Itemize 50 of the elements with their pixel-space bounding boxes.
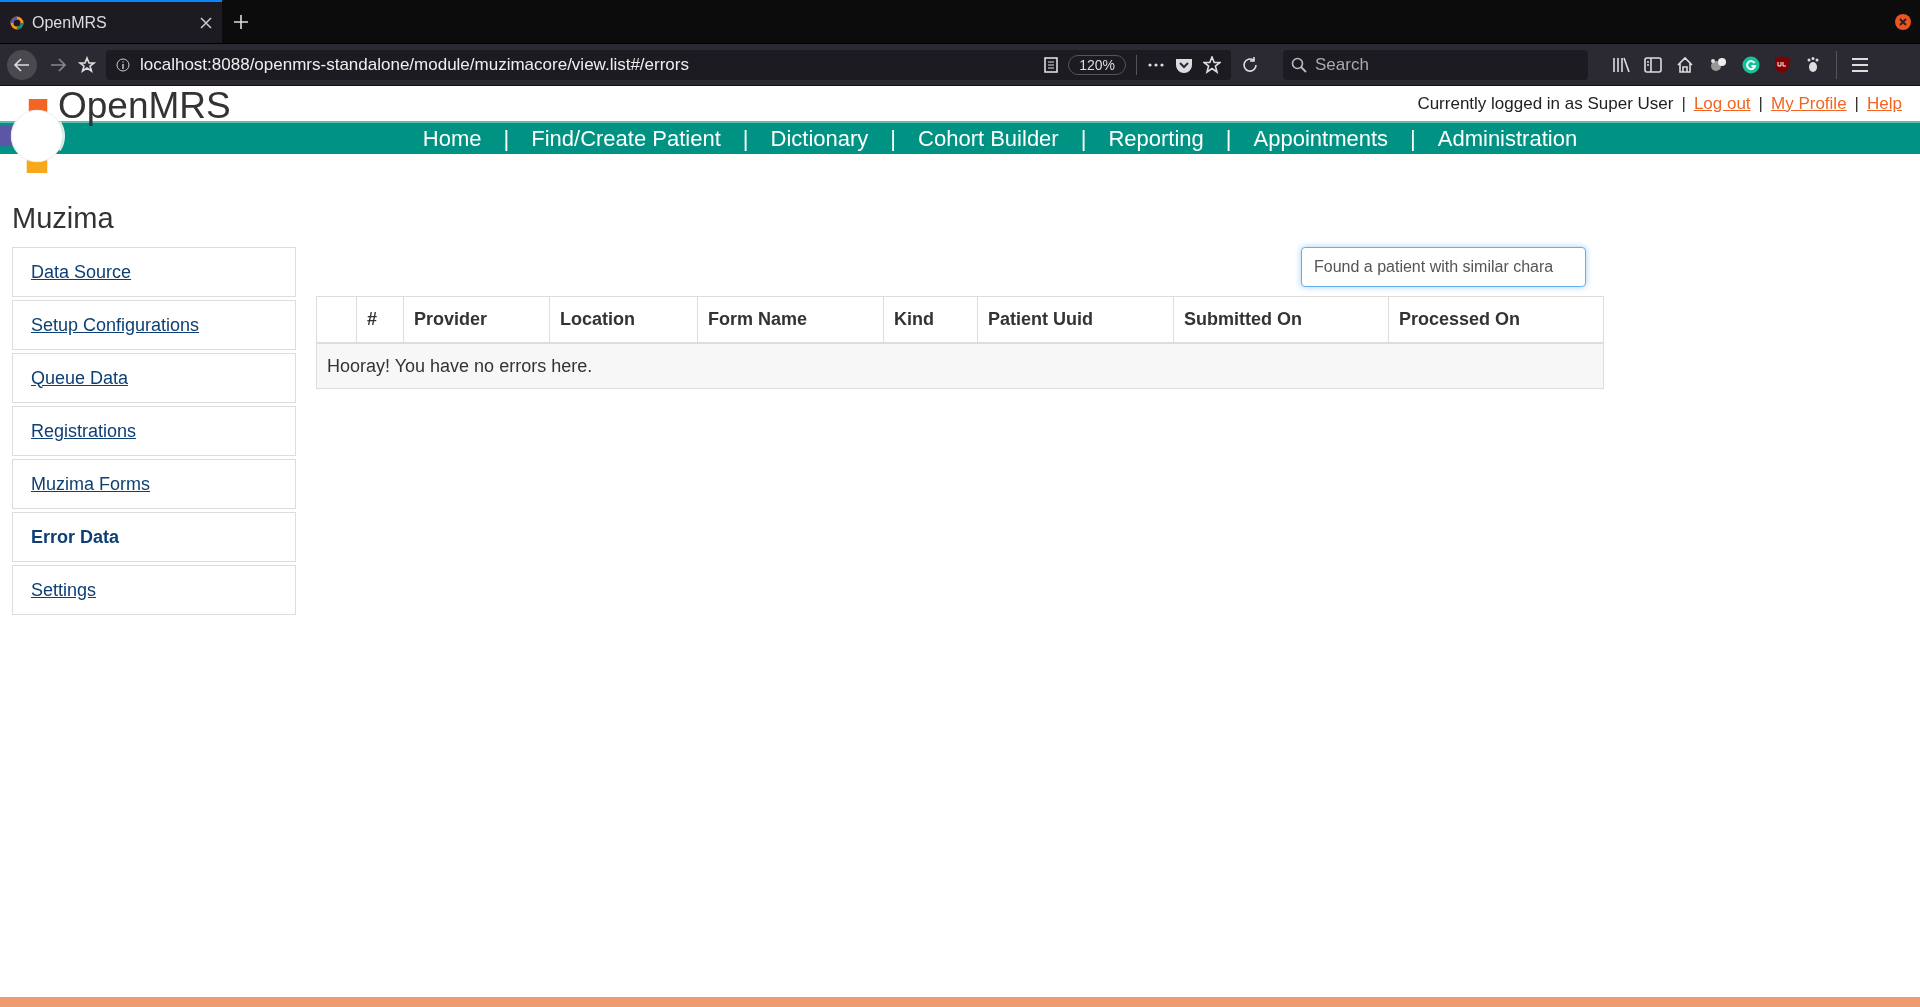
search-field[interactable]: Search: [1283, 49, 1588, 80]
sidebar-icon[interactable]: [1644, 56, 1662, 73]
logo-icon: [10, 15, 24, 30]
sidebar-item[interactable]: Settings: [12, 565, 296, 615]
separator-text: |: [1854, 93, 1860, 114]
sidebar-item[interactable]: Setup Configurations: [12, 300, 296, 350]
nav-link[interactable]: Appointments: [1253, 125, 1389, 152]
spheres-icon[interactable]: [1708, 55, 1728, 74]
sidebar-item[interactable]: Queue Data: [12, 353, 296, 403]
browser-tab[interactable]: OpenMRS: [0, 0, 222, 43]
separator-text: |: [1080, 125, 1087, 152]
more-icon[interactable]: [1147, 61, 1165, 68]
empty-message: Hooray! You have no errors here.: [316, 343, 1604, 389]
star-icon[interactable]: [1203, 55, 1221, 74]
menu-icon[interactable]: [1851, 56, 1869, 73]
separator-text: |: [1225, 125, 1232, 152]
separator-text: |: [1681, 93, 1686, 114]
nav-link[interactable]: Administration: [1437, 125, 1578, 152]
reader-icon[interactable]: [1044, 56, 1059, 73]
filter-field[interactable]: Found a patient with similar chara: [1301, 247, 1586, 287]
shield-icon[interactable]: [1774, 55, 1790, 74]
logo-text: OpenMRS: [58, 86, 231, 124]
separator-text: |: [742, 125, 749, 152]
sidebar-item[interactable]: Data Source: [12, 247, 296, 297]
sidebar-item[interactable]: Muzima Forms: [12, 459, 296, 509]
home-icon[interactable]: [1676, 55, 1694, 74]
separator-text: |: [1410, 125, 1416, 152]
url-text[interactable]: localhost:8088/openmrs-standalone/module/muzimacore/view.list#/errors: [140, 54, 1035, 75]
star-icon[interactable]: [78, 55, 96, 74]
pocket-icon[interactable]: [1175, 56, 1193, 73]
g-circle-icon[interactable]: [1742, 55, 1760, 74]
library-icon[interactable]: [1612, 56, 1630, 73]
close-icon[interactable]: [1894, 12, 1912, 31]
separator-text: |: [503, 125, 510, 152]
sidebar-item[interactable]: Registrations: [12, 406, 296, 456]
nav-link[interactable]: Dictionary: [770, 125, 869, 152]
plus-icon[interactable]: [234, 14, 248, 29]
close-icon[interactable]: [200, 16, 212, 29]
page-title: Muzima: [12, 202, 115, 235]
nav-link[interactable]: Reporting: [1108, 125, 1204, 152]
sidebar-item[interactable]: Error Data: [12, 512, 296, 562]
separator-text: |: [1758, 93, 1764, 114]
info-icon[interactable]: [116, 57, 130, 72]
nav-link[interactable]: Cohort Builder: [918, 125, 1059, 152]
reload-icon[interactable]: [1241, 55, 1259, 74]
back-icon[interactable]: [6, 48, 38, 81]
user-text: Currently logged in as Super User: [1417, 93, 1674, 114]
separator-text: |: [890, 125, 897, 152]
nav-link[interactable]: Home: [422, 125, 482, 152]
nav-link[interactable]: Find/Create Patient: [531, 125, 721, 152]
